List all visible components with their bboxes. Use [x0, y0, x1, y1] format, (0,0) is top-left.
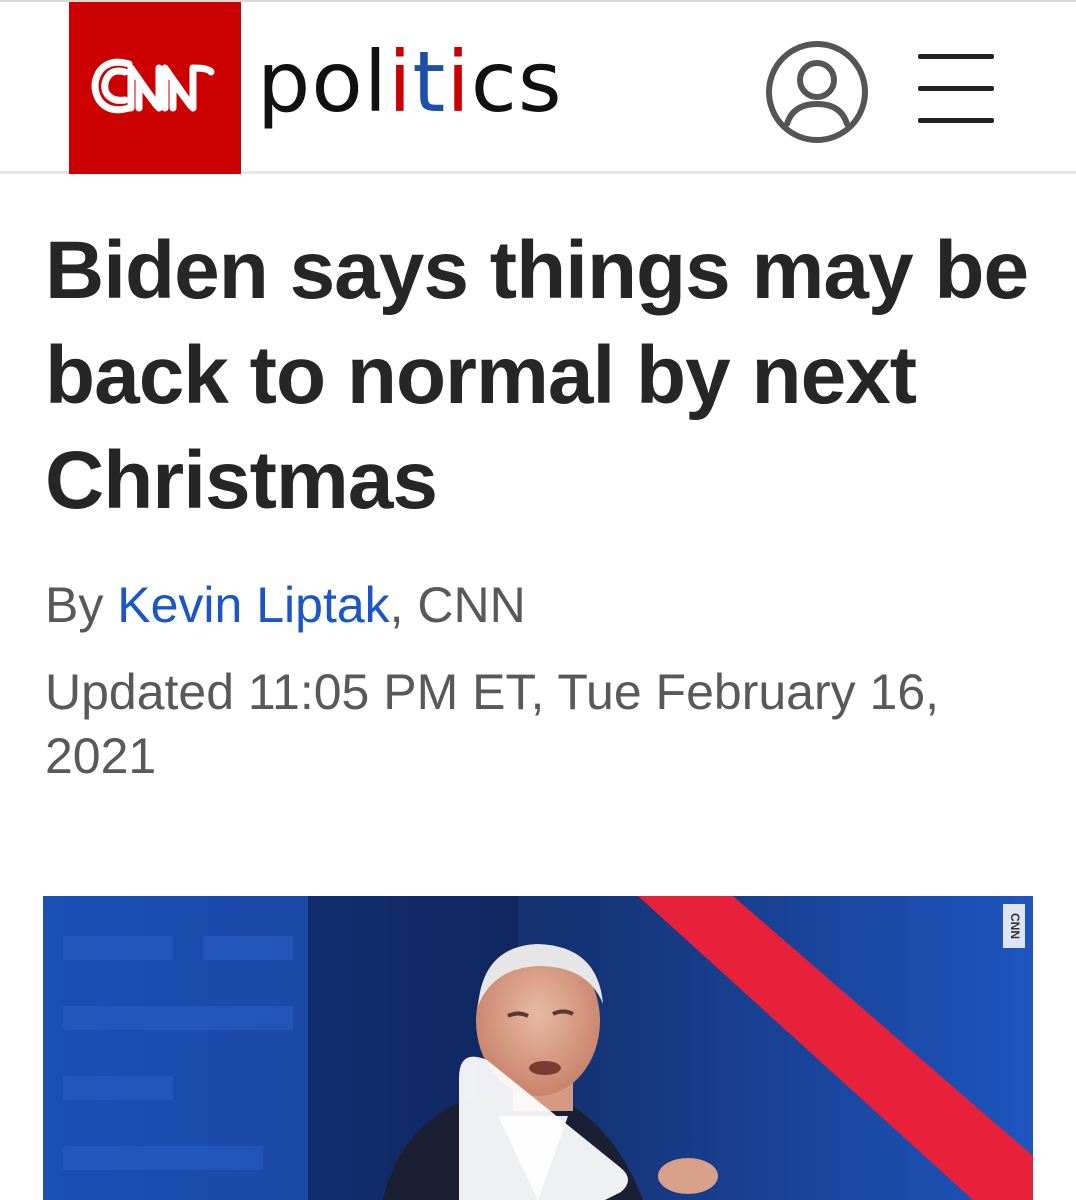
- section-title[interactable]: politics: [257, 32, 563, 132]
- cnn-watermark-text: CNN: [1008, 913, 1022, 939]
- section-title-part-end: cs: [470, 33, 563, 131]
- user-account-button[interactable]: [765, 40, 869, 144]
- article-headline: Biden says things may be back to normal …: [45, 225, 1029, 526]
- article-byline: By Kevin Liptak, CNN: [45, 573, 526, 637]
- article-page: politics Biden says things may be back t…: [0, 0, 1076, 1200]
- menu-button[interactable]: [918, 54, 994, 124]
- author-link[interactable]: Kevin Liptak: [117, 577, 389, 633]
- section-title-part-red-i: i: [388, 33, 413, 131]
- section-title-part-red-i2: i: [446, 33, 471, 131]
- cnn-logo[interactable]: [69, 2, 241, 174]
- section-title-part: pol: [257, 33, 389, 131]
- site-header: politics: [0, 0, 1076, 174]
- play-button[interactable]: [445, 1048, 635, 1200]
- hamburger-menu-icon: [918, 54, 994, 59]
- byline-source: , CNN: [389, 577, 526, 633]
- section-title-part-blue-t: t: [412, 33, 447, 131]
- cnn-watermark: CNN: [1003, 904, 1025, 948]
- hamburger-menu-icon-line: [918, 118, 994, 123]
- user-circle-icon: [766, 41, 868, 143]
- byline-prefix: By: [45, 577, 118, 633]
- cnn-logo-icon: [69, 2, 241, 174]
- updated-timestamp: Updated 11:05 PM ET, Tue February 16, 20…: [45, 664, 940, 784]
- hamburger-menu-icon-line: [918, 86, 994, 91]
- play-icon: [459, 1056, 628, 1200]
